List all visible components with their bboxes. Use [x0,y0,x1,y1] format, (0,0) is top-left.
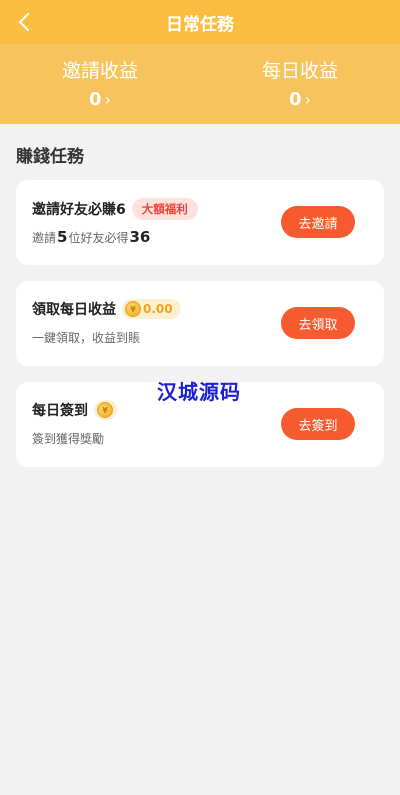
chevron-left-icon [18,12,30,32]
invite-earnings-amount: 0 [89,89,102,110]
task-subtitle: 一鍵領取，收益到賬 [32,331,141,345]
task-title: 邀請好友必賺6 大額福利 [32,198,198,220]
friend-count: 5 [57,228,68,246]
section-title: 賺錢任務 [16,147,84,167]
subtitle-middle: 位好友必得 [68,231,129,245]
invite-earnings[interactable]: 邀請收益 0 › [0,44,200,124]
daily-earnings-label: 每日收益 [261,60,338,82]
task-card-invite: 邀請好友必賺6 大額福利 邀請 5 位好友必得 36 去邀請 [16,180,384,265]
coin-amount: 0.00 [143,302,173,316]
task-title: 領取每日收益 ¥ 0.00 [32,299,181,319]
coin-icon: ¥ [125,301,141,317]
daily-earnings[interactable]: 每日收益 0 › [200,44,400,124]
earnings-summary: 邀請收益 0 › 每日收益 0 › [0,44,400,124]
task-card-daily: 領取每日收益 ¥ 0.00 一鍵領取，收益到賬 去領取 [16,281,384,366]
coin-icon: ¥ [97,402,113,418]
invite-earnings-value: 0 › [89,89,111,110]
daily-earnings-value: 0 › [289,89,311,110]
back-button[interactable] [10,8,38,36]
task-title-text: 每日簽到 [32,403,88,419]
task-title-text: 邀請好友必賺6 [32,202,126,218]
task-title-text: 領取每日收益 [32,302,116,318]
watermark: 汉城源码 [157,380,241,404]
bonus-badge: 大額福利 [131,198,198,220]
page-title: 日常任務 [166,14,234,35]
task-title: 每日簽到 ¥ [32,400,117,420]
chevron-right-icon: › [304,90,311,109]
task-subtitle: 邀請 5 位好友必得 36 [32,228,151,246]
reward-amount: 36 [129,228,151,246]
signin-button[interactable]: 去簽到 [281,408,355,440]
task-subtitle: 簽到獲得獎勵 [32,432,105,446]
invite-button[interactable]: 去邀請 [281,206,355,238]
chevron-right-icon: › [104,90,111,109]
claim-button[interactable]: 去領取 [281,307,355,339]
coin-pill: ¥ 0.00 [122,299,181,319]
top-bar: 日常任務 [0,0,400,44]
daily-earnings-amount: 0 [289,89,302,110]
coin-pill: ¥ [94,400,117,420]
subtitle-prefix: 邀請 [32,231,57,245]
invite-earnings-label: 邀請收益 [61,60,138,82]
